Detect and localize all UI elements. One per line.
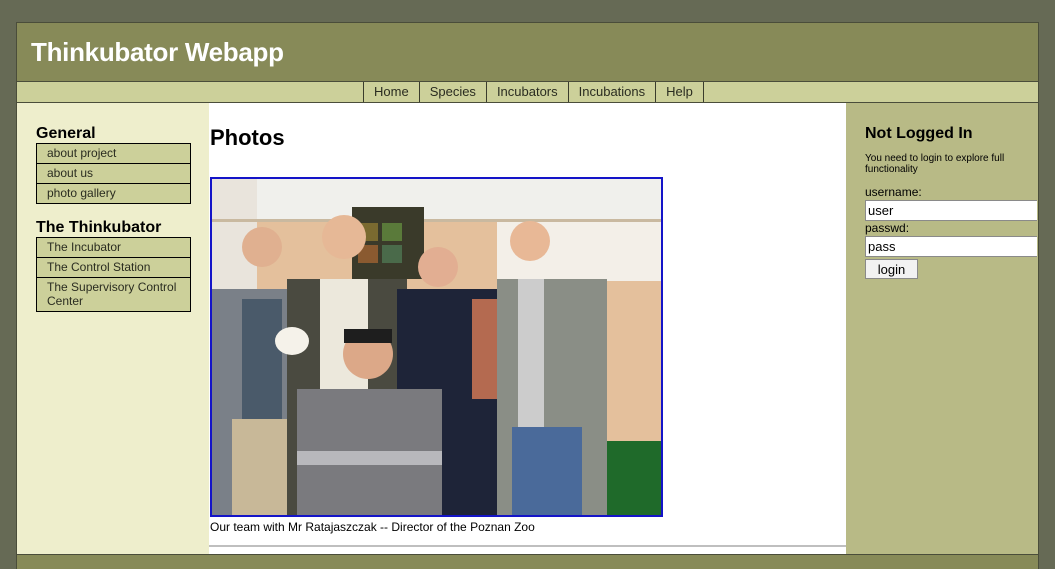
team-photo <box>210 177 663 517</box>
menu-about-us[interactable]: about us <box>36 163 191 183</box>
photo-caption: Our team with Mr Ratajaszczak -- Directo… <box>210 520 535 534</box>
nav-incubations[interactable]: Incubations <box>569 82 657 102</box>
username-label: username: <box>865 185 922 199</box>
menu-the-incubator[interactable]: The Incubator <box>36 237 191 257</box>
nav-species[interactable]: Species <box>420 82 487 102</box>
general-section-title: General <box>36 125 96 142</box>
thinkubator-section-title: The Thinkubator <box>36 219 162 236</box>
main-nav: Home Species Incubators Incubations Help <box>363 82 704 102</box>
password-label: passwd: <box>865 221 910 235</box>
app-frame: Thinkubator Webapp Home Species Incubato… <box>16 22 1039 569</box>
menu-supervisory-control-center[interactable]: The Supervisory Control Center <box>36 277 191 312</box>
login-panel: Not Logged In You need to login to explo… <box>846 103 1038 569</box>
header: Thinkubator Webapp <box>17 23 1038 81</box>
thinkubator-menu: The Incubator The Control Station The Su… <box>36 237 191 312</box>
nav-help[interactable]: Help <box>656 82 704 102</box>
main-content: Photos Our team with Mr Ratajaszczak -- … <box>209 103 846 569</box>
nav-bar: Home Species Incubators Incubations Help <box>17 81 1038 103</box>
footer <box>17 554 1038 569</box>
menu-photo-gallery[interactable]: photo gallery <box>36 183 191 204</box>
password-field[interactable] <box>865 236 1037 257</box>
login-note: You need to login to explore full functi… <box>865 153 1005 175</box>
login-title: Not Logged In <box>865 125 973 142</box>
menu-about-project[interactable]: about project <box>36 143 191 163</box>
menu-control-station[interactable]: The Control Station <box>36 257 191 277</box>
general-menu: about project about us photo gallery <box>36 143 191 204</box>
username-field[interactable] <box>865 200 1037 221</box>
login-button[interactable]: login <box>865 259 918 279</box>
nav-home[interactable]: Home <box>364 82 420 102</box>
left-sidebar: General about project about us photo gal… <box>17 103 209 569</box>
content-divider <box>209 545 846 547</box>
app-title: Thinkubator Webapp <box>31 37 284 67</box>
nav-incubators[interactable]: Incubators <box>487 82 569 102</box>
page-title: Photos <box>210 125 285 150</box>
